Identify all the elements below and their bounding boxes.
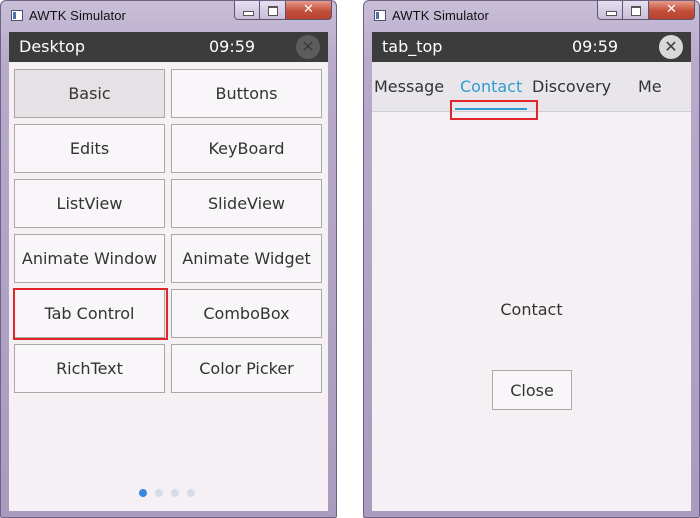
tab-content-label: Contact (500, 300, 563, 319)
app-icon (11, 10, 23, 21)
window-title: AWTK Simulator (29, 8, 126, 23)
screen-name: Desktop (19, 37, 85, 56)
animate-window-button[interactable]: Animate Window (14, 234, 165, 283)
tab-top-screen: tab_top 09:59 ✕ Message Contact Discover… (372, 32, 691, 511)
color-picker-button[interactable]: Color Picker (171, 344, 322, 393)
simulator-window-desktop: AWTK Simulator ✕ Desktop 09:59 ✕ Basic B… (0, 0, 337, 518)
tab-me[interactable]: Me (638, 77, 662, 96)
animate-widget-button[interactable]: Animate Widget (171, 234, 322, 283)
page-dot[interactable] (155, 489, 163, 497)
highlight-box (13, 288, 168, 340)
tab-message[interactable]: Message (374, 77, 444, 96)
tab-contact[interactable]: Contact (460, 77, 522, 96)
highlight-box (450, 100, 538, 120)
keyboard-button[interactable]: KeyBoard (171, 124, 322, 173)
clock: 09:59 (572, 37, 619, 56)
page-dot[interactable] (139, 489, 147, 497)
edits-button[interactable]: Edits (14, 124, 165, 173)
slideview-button[interactable]: SlideView (171, 179, 322, 228)
tab-discovery[interactable]: Discovery (532, 77, 611, 96)
caption-buttons: ✕ (234, 1, 332, 21)
window-titlebar[interactable]: AWTK Simulator ✕ (364, 1, 699, 31)
clock: 09:59 (209, 37, 256, 56)
app-icon (374, 10, 386, 21)
screen-name: tab_top (382, 37, 443, 56)
page-dot[interactable] (171, 489, 179, 497)
simulator-window-tab-top: AWTK Simulator ✕ tab_top 09:59 ✕ Message… (363, 0, 700, 518)
close-icon[interactable]: ✕ (659, 35, 683, 59)
close-icon[interactable]: ✕ (296, 35, 320, 59)
minimize-button[interactable] (597, 1, 623, 20)
screen-header: tab_top 09:59 ✕ (372, 32, 691, 62)
window-close-button[interactable]: ✕ (286, 1, 332, 20)
combobox-button[interactable]: ComboBox (171, 289, 322, 338)
close-icon: ✕ (303, 2, 314, 17)
page-indicator (139, 489, 195, 497)
buttons-button[interactable]: Buttons (171, 69, 322, 118)
window-title: AWTK Simulator (392, 8, 489, 23)
maximize-button[interactable] (260, 1, 286, 20)
window-close-button[interactable]: ✕ (649, 1, 695, 20)
close-icon: ✕ (666, 2, 677, 17)
caption-buttons: ✕ (597, 1, 695, 21)
maximize-button[interactable] (623, 1, 649, 20)
minimize-button[interactable] (234, 1, 260, 20)
listview-button[interactable]: ListView (14, 179, 165, 228)
close-button[interactable]: Close (492, 370, 572, 410)
basic-button[interactable]: Basic (14, 69, 165, 118)
desktop-screen: Desktop 09:59 ✕ Basic Buttons Edits KeyB… (9, 32, 328, 511)
screen-header: Desktop 09:59 ✕ (9, 32, 328, 62)
page-dot[interactable] (187, 489, 195, 497)
richtext-button[interactable]: RichText (14, 344, 165, 393)
window-titlebar[interactable]: AWTK Simulator ✕ (1, 1, 336, 31)
